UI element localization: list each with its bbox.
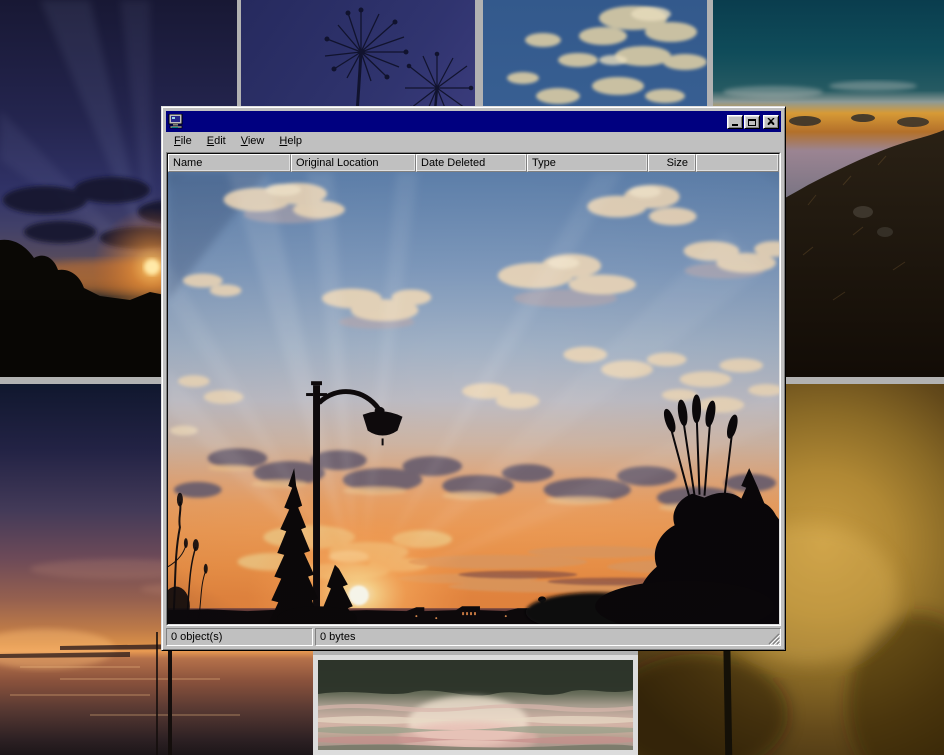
program-computer-icon[interactable] [168,114,184,129]
list-view: Name Original Location Date Deleted Type… [166,152,781,626]
recycle-bin-window: File Edit View Help Name Original Locati… [161,106,786,651]
status-size-text: 0 bytes [320,631,355,643]
minimize-icon [732,124,738,126]
desktop: File Edit View Help Name Original Locati… [0,0,944,755]
resize-grip-icon[interactable] [767,632,780,645]
column-header-date-deleted[interactable]: Date Deleted [416,154,527,172]
column-header-name[interactable]: Name [168,154,291,172]
minimize-button[interactable] [727,115,743,129]
menu-view[interactable]: View [234,133,273,150]
column-header-type[interactable]: Type [527,154,648,172]
list-view-inner: Name Original Location Date Deleted Type… [167,153,780,625]
title-bar[interactable] [166,111,781,132]
desktop-photo-water-reflection [313,655,638,755]
close-button[interactable] [763,115,779,129]
window-controls [727,115,779,129]
maximize-icon [748,119,756,126]
menu-help[interactable]: Help [272,133,310,150]
status-bar: 0 object(s) 0 bytes [166,628,781,646]
column-headers: Name Original Location Date Deleted Type… [168,154,779,172]
maximize-button[interactable] [744,115,760,129]
column-header-original-location[interactable]: Original Location [291,154,416,172]
column-header-size[interactable]: Size [648,154,696,172]
status-object-count: 0 object(s) [166,628,313,646]
menu-file[interactable]: File [167,133,200,150]
column-header-filler[interactable] [696,154,779,172]
status-size: 0 bytes [315,628,781,646]
list-background-sunset-streetlamp-photo[interactable] [168,172,779,624]
close-icon [767,118,775,125]
menu-bar: File Edit View Help [166,132,781,151]
menu-edit[interactable]: Edit [200,133,234,150]
